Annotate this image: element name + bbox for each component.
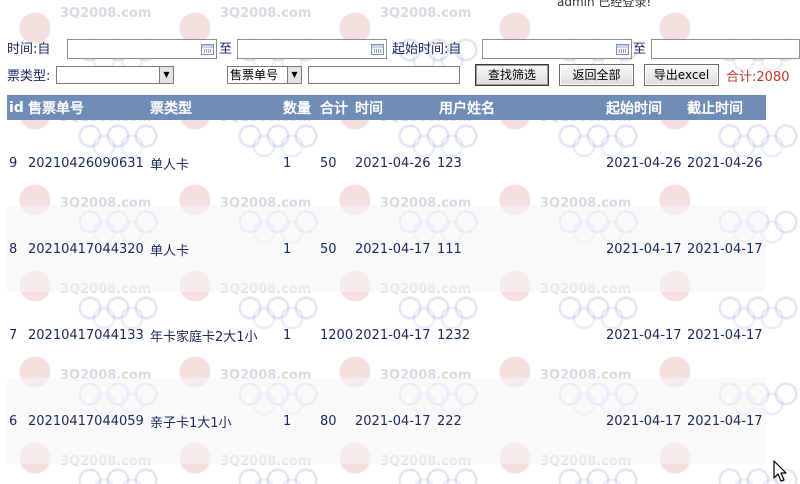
cell-ticket-type: 亲子卡1大1小 [148, 378, 281, 464]
cell-order-no: 20210426090631 [28, 155, 144, 171]
cell-start-time: 2021-04-26 [606, 155, 682, 171]
cell-time: 2021-04-17 [353, 378, 435, 464]
start-time-to-label: 至 [633, 42, 647, 57]
chevron-down-icon[interactable]: ▼ [287, 67, 301, 83]
time-to-label: 至 [219, 42, 233, 57]
calendar-icon[interactable] [616, 44, 629, 55]
start-time-from-label: 起始时间:自 [392, 42, 462, 57]
export-excel-button[interactable]: 导出excel [644, 64, 719, 86]
cell-total: 50 [320, 155, 337, 171]
cell-id: 9 [9, 155, 18, 171]
cell-time: 2021-04-26 [355, 155, 431, 171]
header-total[interactable]: 合计 [318, 95, 353, 120]
header-start-time[interactable]: 起始时间 [604, 95, 685, 120]
cell-user-name: 222 [435, 378, 604, 464]
table-row[interactable]: 9 20210426090631 单人卡 1 50 2021-04-26 123… [7, 120, 766, 206]
watermark-text: 3Q2008.com [60, 6, 152, 21]
cell-start-time: 2021-04-17 [604, 378, 685, 464]
header-end-time[interactable]: 截止时间 [685, 95, 766, 120]
cell-ticket-type: 年卡家庭卡2大1小 [150, 329, 258, 345]
cell-end-time: 2021-04-17 [685, 378, 766, 464]
cell-ticket-type: 单人卡 [150, 157, 190, 173]
cell-id: 7 [9, 327, 18, 343]
watermark-text: 3Q2008.com [220, 6, 312, 21]
total-amount: 合计:2080 [726, 70, 790, 85]
cell-total: 50 [318, 206, 353, 292]
cell-end-time: 2021-04-26 [687, 155, 763, 171]
watermark-text: 3Q2008.com [380, 6, 472, 21]
cell-end-time: 2021-04-17 [687, 327, 763, 343]
cell-order-no: 20210417044133 [28, 327, 144, 343]
search-field-value: 售票单号 [230, 68, 279, 82]
cell-ticket-type: 单人卡 [148, 206, 281, 292]
calendar-icon[interactable] [371, 44, 384, 55]
header-order-no[interactable]: 售票单号 [26, 95, 148, 120]
cell-order-no: 20210417044059 [26, 378, 148, 464]
start-time-to-input[interactable] [651, 39, 800, 59]
start-time-from-input[interactable] [482, 39, 632, 59]
search-filter-button[interactable]: 查找筛选 [475, 64, 549, 86]
cell-user-name: 111 [435, 206, 604, 292]
cell-total: 80 [318, 378, 353, 464]
cell-id: 8 [7, 206, 26, 292]
cell-start-time: 2021-04-17 [604, 206, 685, 292]
header-quantity[interactable]: 数量 [281, 95, 318, 120]
cell-user-name: 1232 [437, 327, 471, 343]
show-all-button[interactable]: 返回全部 [559, 64, 634, 86]
cell-id: 6 [7, 378, 26, 464]
cell-time: 2021-04-17 [353, 206, 435, 292]
ticket-type-select[interactable]: ▼ [56, 66, 174, 84]
cell-user-name: 123 [437, 155, 462, 171]
table-row[interactable]: 6 20210417044059 亲子卡1大1小 1 80 2021-04-17… [7, 378, 766, 464]
search-field-select[interactable]: 售票单号 ▼ [227, 66, 302, 84]
cell-quantity: 1 [283, 327, 292, 343]
time-from-label: 时间:自 [7, 42, 51, 57]
cell-time: 2021-04-17 [355, 327, 431, 343]
time-to-input[interactable] [237, 39, 387, 59]
cell-quantity: 1 [281, 378, 318, 464]
calendar-icon[interactable] [201, 44, 214, 55]
keyword-input[interactable] [308, 66, 460, 84]
table-header-row: id 售票单号 票类型 数量 合计 时间 用户姓名 起始时间 截止时间 [7, 95, 766, 120]
cell-order-no: 20210417044320 [26, 206, 148, 292]
login-status: admin 已经登录! [557, 0, 652, 9]
time-from-input[interactable] [67, 39, 217, 59]
sales-table: id 售票单号 票类型 数量 合计 时间 用户姓名 起始时间 截止时间 9 20… [7, 95, 766, 464]
header-user-name[interactable]: 用户姓名 [435, 95, 604, 120]
ticket-type-label: 票类型: [7, 69, 51, 84]
chevron-down-icon[interactable]: ▼ [159, 67, 173, 83]
header-time[interactable]: 时间 [353, 95, 435, 120]
header-ticket-type[interactable]: 票类型 [148, 95, 281, 120]
table-row[interactable]: 8 20210417044320 单人卡 1 50 2021-04-17 111… [7, 206, 766, 292]
cell-total: 1200 [320, 327, 353, 343]
table-row[interactable]: 7 20210417044133 年卡家庭卡2大1小 1 1200 2021-0… [7, 292, 766, 378]
cell-quantity: 1 [283, 155, 292, 171]
header-id[interactable]: id [7, 95, 26, 120]
cell-end-time: 2021-04-17 [685, 206, 766, 292]
cell-quantity: 1 [281, 206, 318, 292]
cell-start-time: 2021-04-17 [606, 327, 682, 343]
mouse-cursor-icon [773, 460, 787, 482]
